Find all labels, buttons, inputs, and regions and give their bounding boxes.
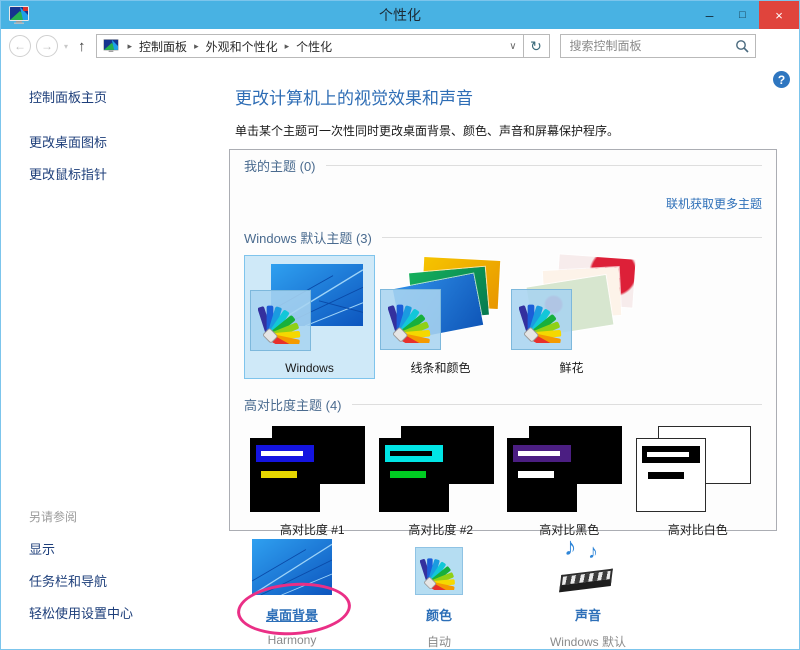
minimize-button[interactable]: – <box>693 1 726 29</box>
sidebar-item-taskbar-navigation[interactable]: 任务栏和导航 <box>29 571 133 590</box>
personalization-window: 个性化 – □ × ← → ▾ ↑ ▸ 控制面板 ▸ 外观和个性化 ▸ 个性化 … <box>0 0 800 650</box>
high-contrast-row: 高对比度 #1 高对比度 #2 <box>244 426 762 540</box>
color-link[interactable]: 颜色 <box>426 605 452 624</box>
hc-preview-line <box>518 471 554 478</box>
sidebar-item-display[interactable]: 显示 <box>29 539 133 558</box>
theme-label: 高对比白色 <box>634 521 763 538</box>
my-themes-header: 我的主题 (0) <box>244 156 762 175</box>
see-also-group: 另请参阅 显示 任务栏和导航 轻松使用设置中心 <box>29 508 133 635</box>
see-also-header: 另请参阅 <box>29 508 133 525</box>
title-bar: 个性化 – □ × <box>1 1 799 29</box>
theme-label: 高对比度 #2 <box>377 521 506 538</box>
sound-icon[interactable]: ♪ ♪ <box>558 539 618 595</box>
theme-lines-and-colors[interactable]: 线条和颜色 <box>375 255 506 379</box>
hc-preview-line <box>390 471 426 478</box>
address-dropdown-icon[interactable]: ∨ <box>509 41 516 52</box>
window-controls: – □ × <box>693 1 799 29</box>
theme-label: 线条和颜色 <box>375 359 506 376</box>
theme-flowers[interactable]: 鲜花 <box>506 255 637 379</box>
windows-themes-header: Windows 默认主题 (3) <box>244 228 762 247</box>
sidebar-item-control-panel-home[interactable]: 控制面板主页 <box>29 87 227 106</box>
search-input[interactable] <box>570 39 735 53</box>
color-fan-icon[interactable] <box>415 547 463 595</box>
search-icon[interactable] <box>735 39 749 53</box>
up-button[interactable]: ↑ <box>78 38 86 55</box>
breadcrumb-separator-icon: ▸ <box>187 41 206 52</box>
search-box <box>560 34 756 58</box>
theme-label: Windows <box>245 361 374 375</box>
sidebar: 控制面板主页 更改桌面图标 更改鼠标指针 另请参阅 显示 任务栏和导航 轻松使用… <box>1 63 227 649</box>
theme-color-fan-icon <box>380 289 441 350</box>
hc-preview-front <box>636 438 706 512</box>
forward-button[interactable]: → <box>36 35 58 57</box>
window-title: 个性化 <box>1 1 799 29</box>
personalization-app-icon <box>9 6 29 24</box>
back-button[interactable]: ← <box>9 35 31 57</box>
sidebar-item-ease-of-access[interactable]: 轻松使用设置中心 <box>29 603 133 622</box>
content-area: 控制面板主页 更改桌面图标 更改鼠标指针 另请参阅 显示 任务栏和导航 轻松使用… <box>1 63 799 649</box>
address-bar[interactable]: ▸ 控制面板 ▸ 外观和个性化 ▸ 个性化 ∨ <box>96 34 524 58</box>
theme-label: 高对比度 #1 <box>248 521 377 538</box>
help-icon[interactable]: ? <box>773 71 790 88</box>
recent-pages-dropdown-icon[interactable]: ▾ <box>64 42 68 51</box>
theme-settings-shortcuts: 桌面背景 Harmony <box>227 537 663 650</box>
theme-high-contrast-black[interactable]: 高对比黑色 <box>505 426 634 540</box>
sidebar-item-change-desktop-icons[interactable]: 更改桌面图标 <box>29 132 227 151</box>
page-description: 单击某个主题可一次性同时更改桌面背景、颜色、声音和屏幕保护程序。 <box>235 122 799 139</box>
hc-preview-front <box>250 438 320 512</box>
theme-high-contrast-2[interactable]: 高对比度 #2 <box>377 426 506 540</box>
windows-themes-row: Windows <box>244 255 762 379</box>
hc-preview-titlebar <box>642 446 700 463</box>
desktop-background-link[interactable]: 桌面背景 <box>266 605 318 624</box>
breadcrumb-personalization[interactable]: 个性化 <box>296 38 332 55</box>
get-more-themes-link[interactable]: 联机获取更多主题 <box>666 197 762 211</box>
breadcrumb-control-panel[interactable]: 控制面板 <box>139 38 187 55</box>
themes-box: 我的主题 (0) 联机获取更多主题 Windows 默认主题 (3) <box>229 149 777 531</box>
sidebar-item-change-mouse-pointers[interactable]: 更改鼠标指针 <box>29 164 227 183</box>
hc-preview-titlebar <box>256 445 314 462</box>
high-contrast-header: 高对比度主题 (4) <box>244 395 762 414</box>
online-link-row: 联机获取更多主题 <box>244 195 762 213</box>
theme-windows[interactable]: Windows <box>244 255 375 379</box>
breadcrumb-separator-icon: ▸ <box>121 41 140 52</box>
sound-shortcut: ♪ ♪ 声音 Windows 默认 <box>513 537 663 650</box>
sound-link[interactable]: 声音 <box>575 605 601 624</box>
hc-preview-titlebar <box>513 445 571 462</box>
close-button[interactable]: × <box>759 1 799 29</box>
theme-label: 鲜花 <box>506 359 637 376</box>
theme-high-contrast-white[interactable]: 高对比白色 <box>634 426 763 540</box>
theme-high-contrast-1[interactable]: 高对比度 #1 <box>248 426 377 540</box>
sound-value: Windows 默认 <box>550 633 626 650</box>
desktop-background-value: Harmony <box>268 633 317 647</box>
address-location-icon <box>103 39 119 53</box>
desktop-background-thumbnail[interactable] <box>252 539 332 595</box>
color-shortcut: 颜色 自动 <box>379 537 499 650</box>
hc-preview-front <box>379 438 449 512</box>
hc-preview-line <box>261 471 297 478</box>
hc-preview-titlebar <box>385 445 443 462</box>
page-title: 更改计算机上的视觉效果和声音 <box>235 84 799 109</box>
theme-color-fan-icon <box>511 289 572 350</box>
refresh-button[interactable]: ↻ <box>524 34 550 58</box>
maximize-button[interactable]: □ <box>726 1 759 29</box>
desktop-background-shortcut: 桌面背景 Harmony <box>227 537 357 647</box>
theme-color-fan-icon <box>250 290 311 351</box>
color-value: 自动 <box>427 633 451 650</box>
breadcrumb-appearance[interactable]: 外观和个性化 <box>206 38 278 55</box>
hc-preview-line <box>648 472 684 479</box>
breadcrumb-separator-icon: ▸ <box>278 41 297 52</box>
navigation-bar: ← → ▾ ↑ ▸ 控制面板 ▸ 外观和个性化 ▸ 个性化 ∨ ↻ <box>1 29 799 63</box>
hc-preview-front <box>507 438 577 512</box>
